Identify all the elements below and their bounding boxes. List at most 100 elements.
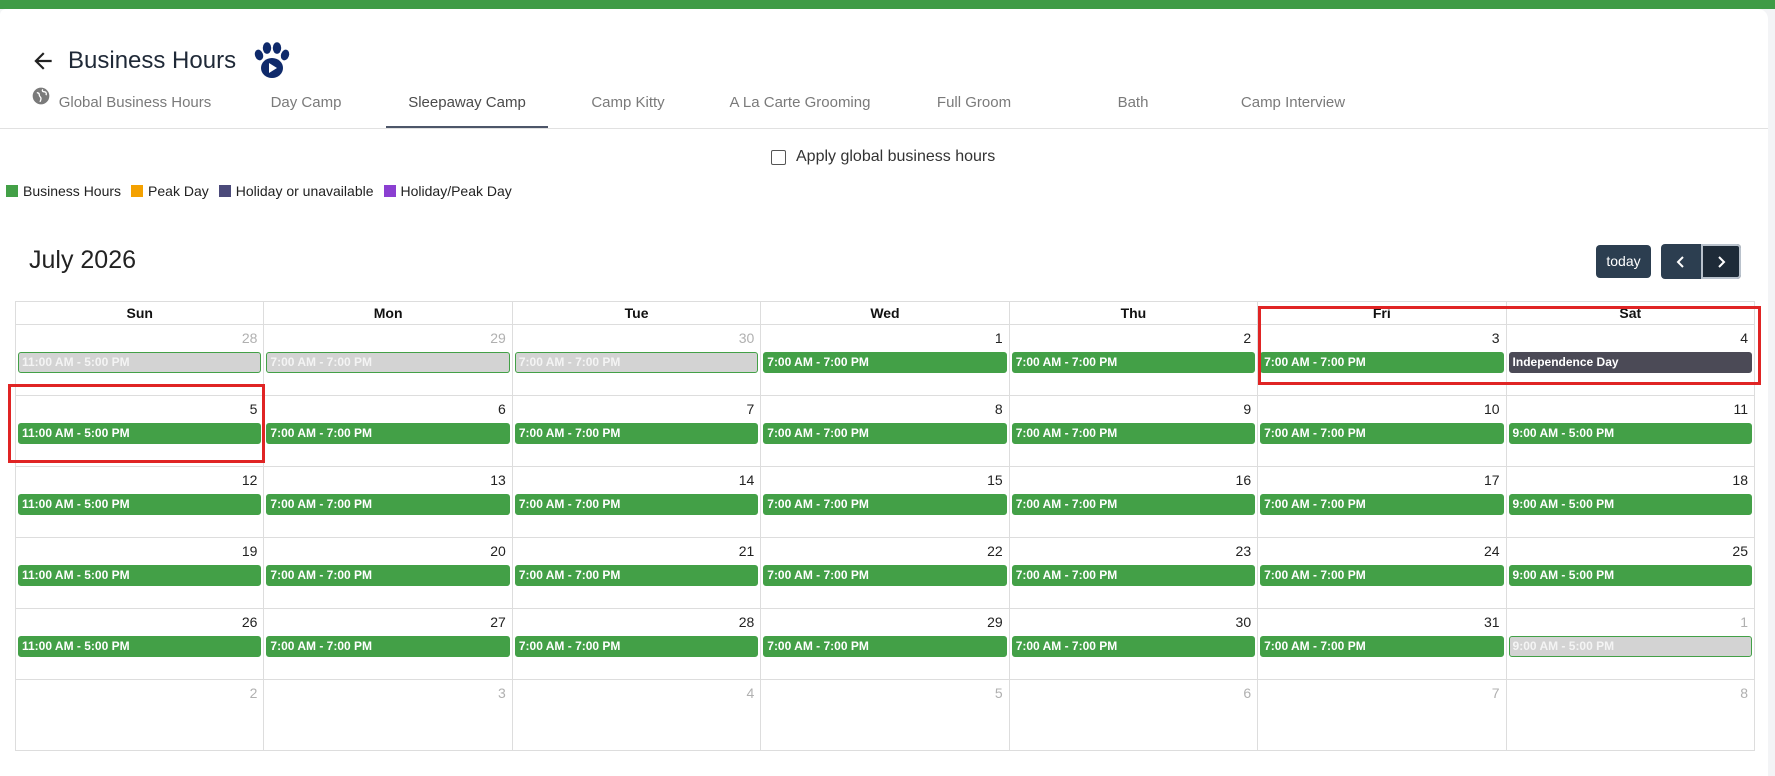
calendar-day-cell[interactable]: 3 7:00 AM - 7:00 PM [1257,324,1507,396]
business-hours-event[interactable]: 7:00 AM - 7:00 PM [514,352,759,373]
day-number: 4 [746,685,755,701]
business-hours-event[interactable]: 9:00 AM - 5:00 PM [1508,636,1752,657]
today-button[interactable]: today [1596,245,1651,278]
business-hours-event[interactable]: 7:00 AM - 7:00 PM [266,423,510,444]
business-hours-event[interactable]: 7:00 AM - 7:00 PM [1260,423,1504,444]
calendar-day-cell[interactable]: 3 [263,679,513,751]
tab-camp-kitty[interactable]: Camp Kitty [558,83,698,126]
calendar-day-cell[interactable]: 26 11:00 AM - 5:00 PM [14,608,265,680]
calendar-day-cell[interactable]: 8 7:00 AM - 7:00 PM [760,395,1010,467]
tab-bath[interactable]: Bath [1063,83,1203,126]
tab-global-business-hours[interactable]: Global Business Hours [26,83,216,126]
calendar-day-cell[interactable]: 18 9:00 AM - 5:00 PM [1505,466,1756,538]
calendar-day-cell[interactable]: 21 7:00 AM - 7:00 PM [511,537,762,609]
business-hours-event[interactable]: 7:00 AM - 7:00 PM [266,494,510,515]
calendar-day-cell[interactable]: 14 7:00 AM - 7:00 PM [511,466,762,538]
apply-global-hours[interactable]: Apply global business hours [771,148,995,166]
business-hours-event[interactable]: 7:00 AM - 7:00 PM [1260,565,1504,586]
tab-full-groom[interactable]: Full Groom [904,83,1044,126]
calendar-day-cell[interactable]: 30 7:00 AM - 7:00 PM [1008,608,1259,680]
calendar-day-cell[interactable]: 1 9:00 AM - 5:00 PM [1505,608,1756,680]
back-button[interactable] [26,44,60,78]
calendar-day-cell[interactable]: 5 [760,679,1010,751]
calendar-day-cell[interactable]: 20 7:00 AM - 7:00 PM [263,537,513,609]
business-hours-event[interactable]: 9:00 AM - 5:00 PM [1508,423,1752,444]
business-hours-event[interactable]: 7:00 AM - 7:00 PM [1260,494,1504,515]
calendar-day-cell[interactable]: 23 7:00 AM - 7:00 PM [1008,537,1259,609]
day-number: 3 [498,685,506,701]
business-hours-event[interactable]: 11:00 AM - 5:00 PM [18,352,262,373]
day-number: 26 [241,614,258,630]
calendar-day-cell[interactable]: 29 7:00 AM - 7:00 PM [263,324,513,396]
business-hours-event[interactable]: 11:00 AM - 5:00 PM [18,636,262,657]
calendar-day-cell[interactable]: 2 7:00 AM - 7:00 PM [1008,324,1259,396]
calendar-day-cell[interactable]: 16 7:00 AM - 7:00 PM [1008,466,1259,538]
business-hours-event[interactable]: 9:00 AM - 5:00 PM [1508,494,1752,515]
business-hours-event[interactable]: 7:00 AM - 7:00 PM [1011,423,1256,444]
apply-global-checkbox[interactable] [771,149,786,165]
business-hours-event[interactable]: 7:00 AM - 7:00 PM [763,423,1007,444]
business-hours-event[interactable]: 7:00 AM - 7:00 PM [1011,565,1256,586]
business-hours-event[interactable]: 7:00 AM - 7:00 PM [266,636,510,657]
business-hours-event[interactable]: 7:00 AM - 7:00 PM [763,636,1007,657]
business-hours-event[interactable]: 11:00 AM - 5:00 PM [18,423,262,444]
top-accent-bar [0,0,1775,9]
calendar-day-cell[interactable]: 25 9:00 AM - 5:00 PM [1505,537,1756,609]
calendar-day-cell[interactable]: 13 7:00 AM - 7:00 PM [263,466,513,538]
calendar-day-cell[interactable]: 28 11:00 AM - 5:00 PM [14,324,265,396]
business-hours-event[interactable]: 7:00 AM - 7:00 PM [514,494,759,515]
business-hours-event[interactable]: 11:00 AM - 5:00 PM [18,494,262,515]
business-hours-event[interactable]: 7:00 AM - 7:00 PM [266,352,510,373]
calendar-day-cell[interactable]: 24 7:00 AM - 7:00 PM [1257,537,1507,609]
business-hours-event[interactable]: 7:00 AM - 7:00 PM [763,352,1007,373]
business-hours-event[interactable]: 7:00 AM - 7:00 PM [1011,636,1256,657]
calendar-day-cell[interactable]: 15 7:00 AM - 7:00 PM [760,466,1010,538]
day-number: 23 [1235,543,1252,559]
tab-day-camp[interactable]: Day Camp [236,83,376,126]
calendar-day-cell[interactable]: 5 11:00 AM - 5:00 PM [14,395,265,467]
calendar-day-cell[interactable]: 22 7:00 AM - 7:00 PM [760,537,1010,609]
month-navigation [1661,244,1741,279]
tab-a-la-carte-grooming[interactable]: A La Carte Grooming [712,83,888,126]
calendar-day-cell[interactable]: 19 11:00 AM - 5:00 PM [14,537,265,609]
business-hours-event[interactable]: 7:00 AM - 7:00 PM [514,423,759,444]
calendar-day-cell[interactable]: 11 9:00 AM - 5:00 PM [1505,395,1756,467]
calendar-day-cell[interactable]: 10 7:00 AM - 7:00 PM [1257,395,1507,467]
calendar-day-cell[interactable]: 12 11:00 AM - 5:00 PM [14,466,265,538]
calendar-day-cell[interactable]: 31 7:00 AM - 7:00 PM [1257,608,1507,680]
business-hours-event[interactable]: 7:00 AM - 7:00 PM [266,565,510,586]
business-hours-event[interactable]: 7:00 AM - 7:00 PM [1260,352,1504,373]
paw-play-icon [254,42,290,78]
day-number: 2 [249,685,258,701]
calendar-day-cell[interactable]: 2 [14,679,265,751]
calendar-day-cell[interactable]: 4 [511,679,762,751]
business-hours-event[interactable]: 7:00 AM - 7:00 PM [514,565,759,586]
calendar-day-cell[interactable]: 27 7:00 AM - 7:00 PM [263,608,513,680]
business-hours-event[interactable]: 7:00 AM - 7:00 PM [1011,352,1256,373]
calendar-day-cell[interactable]: 28 7:00 AM - 7:00 PM [511,608,762,680]
prev-month-button[interactable] [1661,244,1701,279]
calendar-day-cell[interactable]: 7 [1257,679,1507,751]
calendar-day-cell[interactable]: 6 7:00 AM - 7:00 PM [263,395,513,467]
calendar-day-cell[interactable]: 6 [1008,679,1259,751]
business-hours-event[interactable]: 7:00 AM - 7:00 PM [1260,636,1504,657]
tab-camp-interview[interactable]: Camp Interview [1223,83,1363,126]
calendar-day-cell[interactable]: 1 7:00 AM - 7:00 PM [760,324,1010,396]
tab-sleepaway-camp[interactable]: Sleepaway Camp [386,83,548,128]
next-month-button[interactable] [1701,244,1741,279]
calendar-day-cell[interactable]: 8 [1505,679,1756,751]
business-hours-event[interactable]: 7:00 AM - 7:00 PM [1011,494,1256,515]
calendar-day-cell[interactable]: 30 7:00 AM - 7:00 PM [511,324,762,396]
business-hours-event[interactable]: 7:00 AM - 7:00 PM [514,636,759,657]
calendar-day-cell[interactable]: 29 7:00 AM - 7:00 PM [760,608,1010,680]
calendar-day-cell[interactable]: 4 Independence Day [1505,324,1756,396]
calendar-day-cell[interactable]: 7 7:00 AM - 7:00 PM [511,395,762,467]
business-hours-event[interactable]: 7:00 AM - 7:00 PM [763,494,1007,515]
holiday-event[interactable]: Independence Day [1508,352,1752,373]
business-hours-event[interactable]: 9:00 AM - 5:00 PM [1508,565,1752,586]
calendar-day-cell[interactable]: 17 7:00 AM - 7:00 PM [1257,466,1507,538]
business-hours-event[interactable]: 11:00 AM - 5:00 PM [18,565,262,586]
weekday-header: Sat [1505,301,1756,325]
business-hours-event[interactable]: 7:00 AM - 7:00 PM [763,565,1007,586]
calendar-day-cell[interactable]: 9 7:00 AM - 7:00 PM [1008,395,1259,467]
